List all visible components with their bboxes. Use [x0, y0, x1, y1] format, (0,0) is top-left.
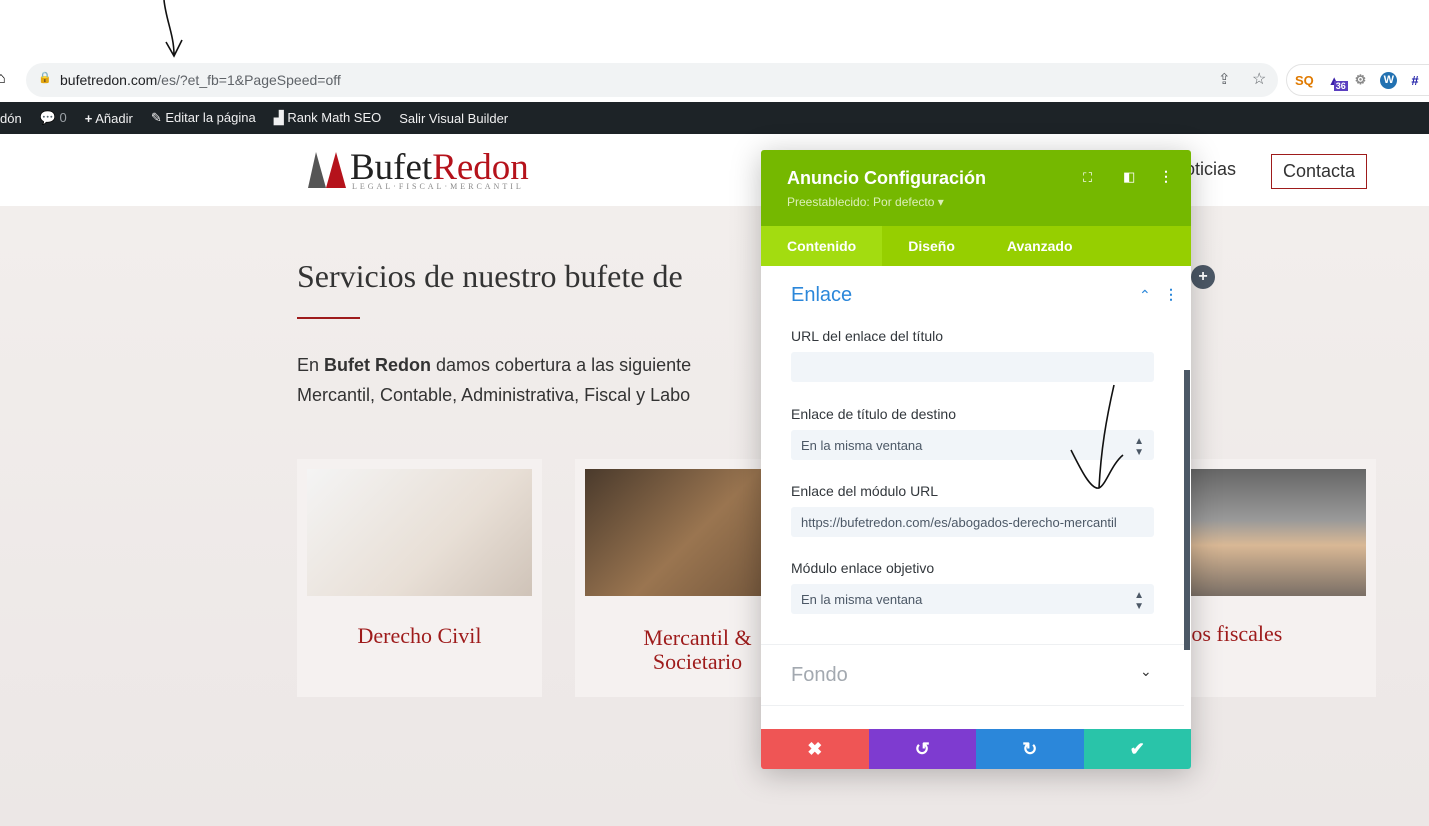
chevron-down-icon[interactable]: ⌄ [1140, 663, 1152, 680]
hashtag-icon[interactable]: # [1411, 73, 1418, 88]
panel-scrollbar[interactable] [1184, 370, 1190, 650]
comment-icon: 💬 [39, 110, 56, 125]
field-label: Enlace del módulo URL [791, 483, 939, 499]
share-icon[interactable]: ⇪ [1218, 70, 1231, 88]
add-label: Añadir [95, 110, 133, 126]
logo-mark-icon [308, 152, 346, 188]
service-card-civil[interactable]: Derecho Civil [297, 459, 542, 697]
discard-button[interactable]: ✖ [761, 729, 869, 769]
divider [761, 705, 1184, 706]
pencil-icon: ✎ [150, 110, 162, 125]
panel-tabs: Contenido Diseño Avanzado [761, 226, 1191, 266]
tab-avanzado[interactable]: Avanzado [981, 226, 1099, 266]
rank-math-link[interactable]: ▟ Rank Math SEO [274, 110, 382, 126]
site-header: BufetRedon LEGAL·FISCAL·MERCANTIL oticia… [0, 134, 1429, 206]
section-fondo-title[interactable]: Fondo [791, 664, 848, 687]
handwritten-arrow-annotation [1070, 384, 1124, 489]
handwritten-arrow-top [163, 0, 183, 58]
divider [761, 644, 1184, 645]
settings-gear-icon[interactable]: ⚙ [1355, 72, 1367, 88]
address-bar[interactable]: 🔒 bufetredon.com/es/?et_fb=1&PageSpeed=o… [26, 63, 1278, 97]
edit-page-link[interactable]: ✎ Editar la página [151, 110, 256, 126]
edit-label: Editar la página [165, 110, 256, 125]
select-arrows-icon: ▲ ▼ [1134, 590, 1144, 612]
seoquake-icon[interactable]: SQ [1295, 73, 1314, 88]
section-title: Servicios de nuestro bufete de [297, 258, 683, 294]
sidebar-layout-icon[interactable]: ◧ [1123, 169, 1135, 185]
section-enlace-title[interactable]: Enlace [791, 284, 852, 307]
chevron-up-icon[interactable]: ⌃ [1139, 287, 1151, 304]
intro-paragraph: En Bufet Redon damos cobertura a las sig… [297, 355, 692, 405]
fullscreen-icon[interactable]: ⛶ [1083, 170, 1092, 186]
url-path: /es/?et_fb=1&PageSpeed=off [157, 72, 341, 88]
lock-icon: 🔒 [38, 72, 52, 84]
add-row-plus-button[interactable]: + [1191, 265, 1215, 289]
card-image [307, 469, 532, 596]
home-icon[interactable]: ⌂ [0, 70, 6, 88]
panel-header[interactable]: Anuncio Configuración Preestablecido: Po… [761, 150, 1191, 226]
module-url-input[interactable]: https://bufetredon.com/es/abogados-derec… [791, 507, 1154, 537]
nav-contacta-button[interactable]: Contacta [1271, 154, 1368, 189]
plus-icon: + [84, 110, 93, 126]
exit-visual-builder-link[interactable]: Salir Visual Builder [399, 111, 508, 126]
logo-tagline: LEGAL·FISCAL·MERCANTIL [352, 182, 524, 191]
extension-icon[interactable]: ▲36 [1328, 73, 1348, 91]
module-target-select[interactable]: En la misma ventana ▲ ▼ [791, 584, 1154, 614]
module-settings-panel: Anuncio Configuración Preestablecido: Po… [761, 150, 1191, 769]
rank-math-label: Rank Math SEO [287, 110, 382, 125]
field-label: Módulo enlace objetivo [791, 560, 935, 576]
wp-admin-bar: dón 💬 0 + Añadir ✎ Editar la página ▟ Ra… [0, 102, 1429, 134]
more-options-icon[interactable]: ⋮ [1159, 168, 1173, 185]
section-options-icon[interactable]: ⋮ [1164, 286, 1178, 303]
panel-action-bar: ✖ ↺ ↻ ✔ [761, 729, 1191, 769]
rank-math-icon: ▟ [273, 110, 284, 125]
wordpress-icon[interactable]: W [1380, 71, 1398, 89]
field-label: URL del enlace del título [791, 328, 944, 344]
extension-badge: 36 [1333, 80, 1348, 91]
add-new-link[interactable]: + Añadir [85, 111, 133, 126]
undo-icon: ↺ [914, 738, 930, 759]
extensions-bar: SQ ▲36 ⚙ W # [1286, 64, 1429, 96]
check-icon: ✔ [1129, 738, 1145, 759]
tab-contenido[interactable]: Contenido [761, 226, 883, 266]
site-name-link[interactable]: dón [0, 111, 22, 126]
panel-title: Anuncio Configuración [787, 168, 986, 188]
card-title: Derecho Civil [357, 623, 482, 648]
field-label: Enlace de título de destino [791, 406, 957, 422]
title-underline [297, 317, 360, 319]
title-url-input[interactable] [791, 352, 1154, 382]
url-host: bufetredon.com [60, 72, 158, 88]
tab-diseno[interactable]: Diseño [882, 226, 981, 266]
redo-button[interactable]: ↻ [976, 729, 1084, 769]
close-icon: ✖ [807, 738, 823, 759]
bookmark-star-icon[interactable]: ☆ [1252, 69, 1266, 89]
comments-count: 0 [59, 110, 67, 125]
site-logo[interactable]: BufetRedon LEGAL·FISCAL·MERCANTIL [306, 147, 529, 195]
browser-toolbar: ⌂ 🔒 bufetredon.com/es/?et_fb=1&PageSpeed… [0, 0, 1429, 101]
preset-dropdown[interactable]: Preestablecido: Por defecto ▾ [787, 195, 1165, 209]
save-button[interactable]: ✔ [1083, 729, 1191, 769]
redo-icon: ↻ [1022, 738, 1038, 759]
nav-noticias[interactable]: oticias [1185, 159, 1236, 180]
undo-button[interactable]: ↺ [868, 729, 976, 769]
comments-link[interactable]: 💬 0 [40, 110, 67, 126]
